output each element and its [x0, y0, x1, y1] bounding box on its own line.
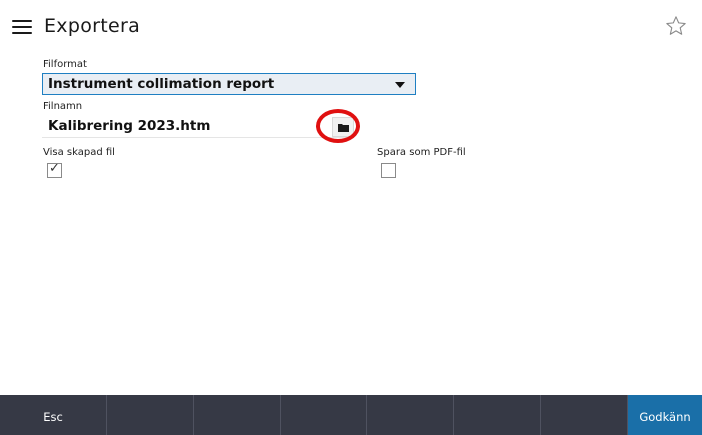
browse-folder-button[interactable] [332, 117, 354, 137]
footer-empty-slot-4[interactable] [367, 395, 454, 435]
footer-bar: Esc Godkänn [0, 395, 702, 435]
esc-button-label: Esc [43, 410, 63, 424]
accept-button[interactable]: Godkänn [628, 395, 702, 435]
footer-empty-slot-6[interactable] [541, 395, 628, 435]
file-name-value: Kalibrering 2023.htm [48, 118, 211, 134]
accept-button-label: Godkänn [639, 410, 691, 424]
footer-empty-slot-3[interactable] [281, 395, 367, 435]
save-as-pdf-label: Spara som PDF-fil [377, 147, 466, 158]
file-format-label: Filformat [43, 59, 87, 70]
footer-empty-slot-2[interactable] [194, 395, 281, 435]
file-name-label: Filnamn [43, 101, 83, 112]
show-created-file-label: Visa skapad fil [43, 147, 115, 158]
chevron-down-icon [395, 82, 405, 88]
file-format-value: Instrument collimation report [48, 76, 275, 92]
star-icon[interactable] [665, 15, 687, 37]
file-format-select[interactable]: Instrument collimation report [42, 73, 416, 95]
show-created-file-checkbox[interactable]: ✓ [47, 161, 62, 178]
page-title: Exportera [44, 15, 141, 37]
checkmark-icon: ✓ [49, 161, 60, 176]
hamburger-icon[interactable] [12, 16, 32, 36]
header-bar: Exportera [0, 0, 702, 54]
save-as-pdf-checkbox[interactable] [381, 163, 396, 178]
folder-icon [338, 124, 349, 132]
esc-button[interactable]: Esc [0, 395, 107, 435]
footer-empty-slot-1[interactable] [107, 395, 194, 435]
footer-empty-slot-5[interactable] [454, 395, 541, 435]
file-name-input[interactable]: Kalibrering 2023.htm [42, 115, 354, 138]
